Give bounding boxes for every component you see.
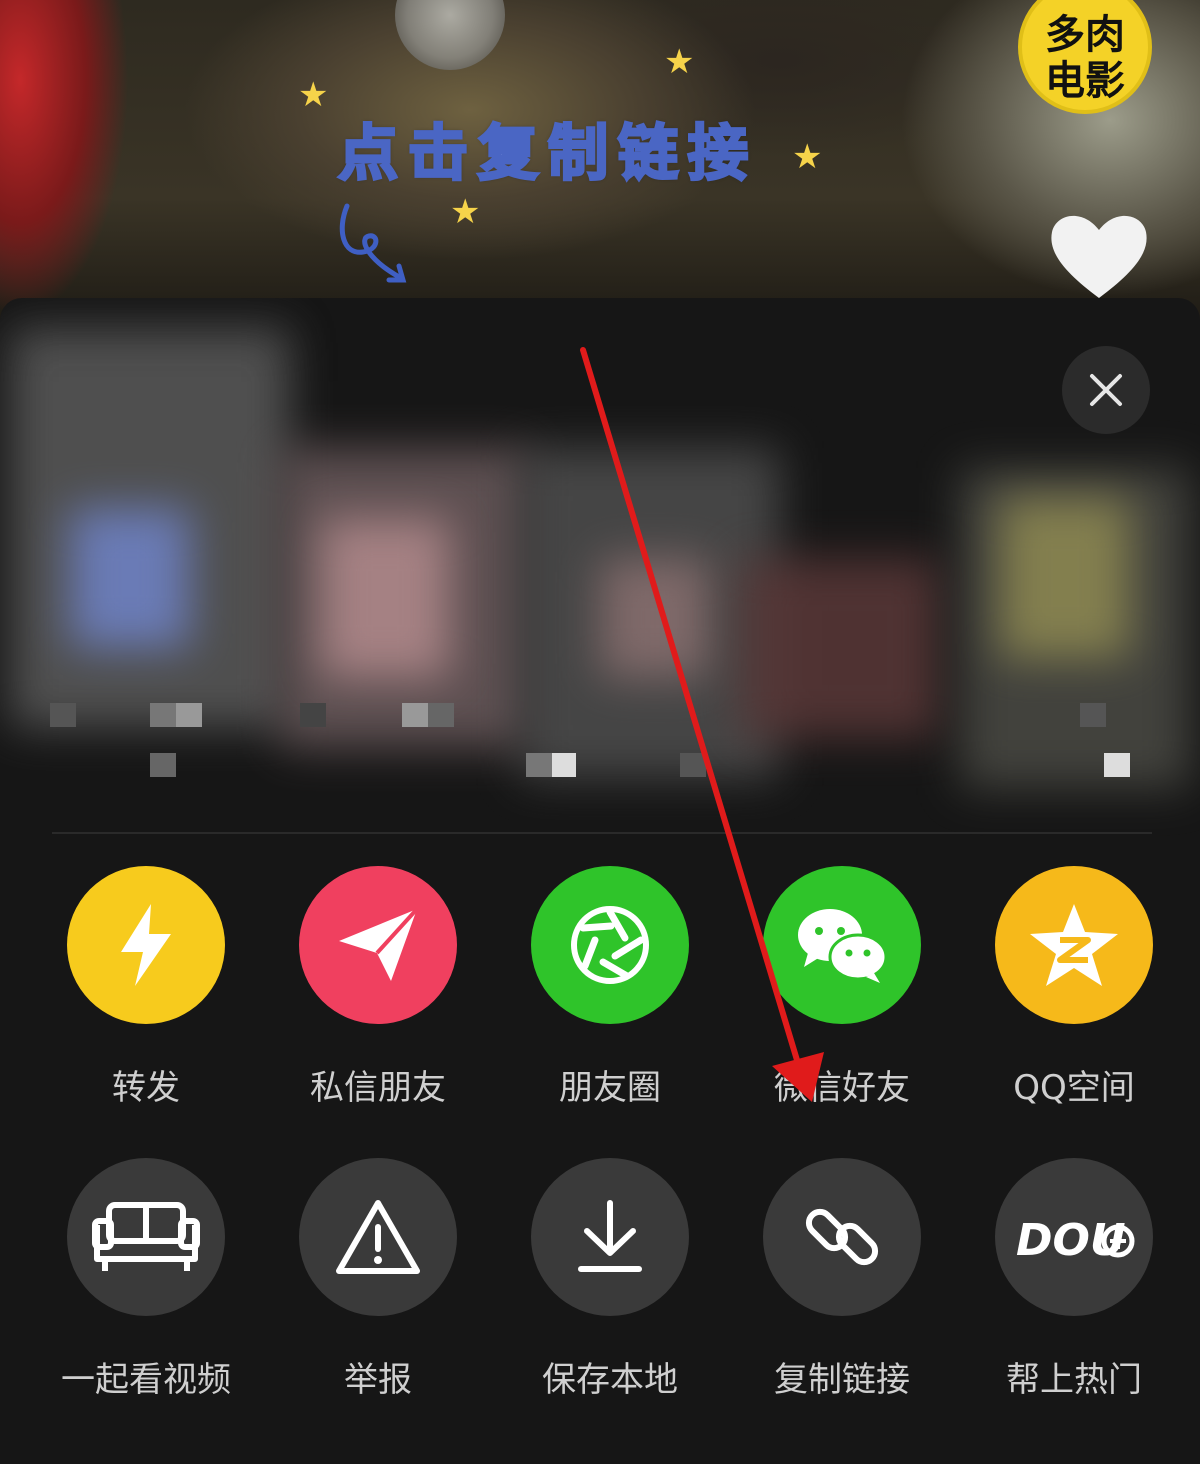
obscured-pixel xyxy=(1104,753,1130,777)
watch-together-icon-circle xyxy=(67,1158,225,1316)
obscured-pixel xyxy=(402,703,428,727)
obscured-pixel xyxy=(1080,703,1106,727)
brand-badge-text: 多肉电影 xyxy=(1045,12,1125,104)
obscured-pixel xyxy=(150,753,176,777)
sparkle-icon: ★ xyxy=(664,42,695,82)
curly-arrow-icon xyxy=(339,203,407,283)
share-target-direct-message[interactable]: 私信朋友 xyxy=(278,866,478,1109)
divider xyxy=(52,832,1152,834)
moments-aperture-icon xyxy=(571,906,649,984)
save-local-icon-circle xyxy=(531,1158,689,1316)
obscured-pixel xyxy=(428,703,454,727)
action-label: 复制链接 xyxy=(774,1360,910,1400)
close-icon xyxy=(1090,374,1122,406)
obscured-pixel xyxy=(550,753,576,777)
share-target-label: 微信好友 xyxy=(774,1068,910,1108)
share-target-label: 朋友圈 xyxy=(559,1068,661,1108)
lightning-icon xyxy=(121,904,171,986)
screen: ★ ★ ★ ★ 点击复制链接 多肉电影 转发 私信朋友 朋友圈 微信好友 QQ空… xyxy=(0,0,1200,1464)
sparkle-icon: ★ xyxy=(792,137,823,177)
link-icon xyxy=(805,1208,879,1266)
obscured-pixel xyxy=(150,703,176,727)
action-label: 一起看视频 xyxy=(61,1360,231,1400)
share-target-label: QQ空间 xyxy=(1013,1068,1135,1108)
share-sheet: 转发 私信朋友 朋友圈 微信好友 QQ空间 一起看视频 举报 保存本地 复制链接… xyxy=(0,298,1200,1464)
action-report[interactable]: 举报 xyxy=(278,1158,478,1401)
paper-plane-icon xyxy=(339,907,419,981)
action-label: 帮上热门 xyxy=(1006,1360,1142,1400)
action-label: 保存本地 xyxy=(542,1360,678,1400)
qzone-star-icon xyxy=(1030,904,1118,986)
sparkle-icon: ★ xyxy=(298,75,329,115)
obscured-friend xyxy=(740,558,940,738)
qzone-icon-circle xyxy=(995,866,1153,1024)
share-target-wechat-friend[interactable]: 微信好友 xyxy=(742,866,942,1109)
boost-trending-icon-circle: DOU xyxy=(995,1158,1153,1316)
share-target-label: 私信朋友 xyxy=(310,1068,446,1108)
share-target-qzone[interactable]: QQ空间 xyxy=(974,866,1174,1109)
moments-icon-circle xyxy=(531,866,689,1024)
obscured-friend-avatar xyxy=(320,518,450,678)
share-target-label: 转发 xyxy=(112,1068,180,1108)
forward-icon-circle xyxy=(67,866,225,1024)
wechat-icon xyxy=(798,909,888,983)
close-button[interactable] xyxy=(1062,346,1150,434)
direct-message-icon-circle xyxy=(299,866,457,1024)
sofa-icon xyxy=(92,1202,200,1271)
obscured-pixel xyxy=(50,703,76,727)
recent-friends-row-obscured xyxy=(0,298,1200,818)
download-icon xyxy=(578,1200,642,1272)
action-boost-trending[interactable]: DOU 帮上热门 xyxy=(974,1158,1174,1401)
report-icon-circle xyxy=(299,1158,457,1316)
action-watch-together[interactable]: 一起看视频 xyxy=(46,1158,246,1401)
share-target-moments[interactable]: 朋友圈 xyxy=(510,866,710,1109)
warning-icon xyxy=(336,1200,420,1274)
dou-plus-icon: DOU xyxy=(1016,1215,1135,1266)
like-heart-icon[interactable] xyxy=(1044,206,1154,306)
svg-text:DOU: DOU xyxy=(1016,1215,1126,1266)
action-save-local[interactable]: 保存本地 xyxy=(510,1158,710,1401)
obscured-pixel xyxy=(526,753,552,777)
sparkle-icon: ★ xyxy=(450,192,481,232)
obscured-pixel xyxy=(300,703,326,727)
video-caption: 点击复制链接 xyxy=(337,118,758,191)
obscured-friend-avatar xyxy=(70,508,190,648)
action-copy-link[interactable]: 复制链接 xyxy=(742,1158,942,1401)
share-target-forward[interactable]: 转发 xyxy=(46,866,246,1109)
copy-link-icon-circle xyxy=(763,1158,921,1316)
action-label: 举报 xyxy=(344,1360,412,1400)
wechat-icon-circle xyxy=(763,866,921,1024)
obscured-friend-avatar xyxy=(1000,498,1130,658)
obscured-pixel xyxy=(680,753,706,777)
obscured-pixel xyxy=(176,703,202,727)
obscured-friend-avatar xyxy=(600,558,710,678)
